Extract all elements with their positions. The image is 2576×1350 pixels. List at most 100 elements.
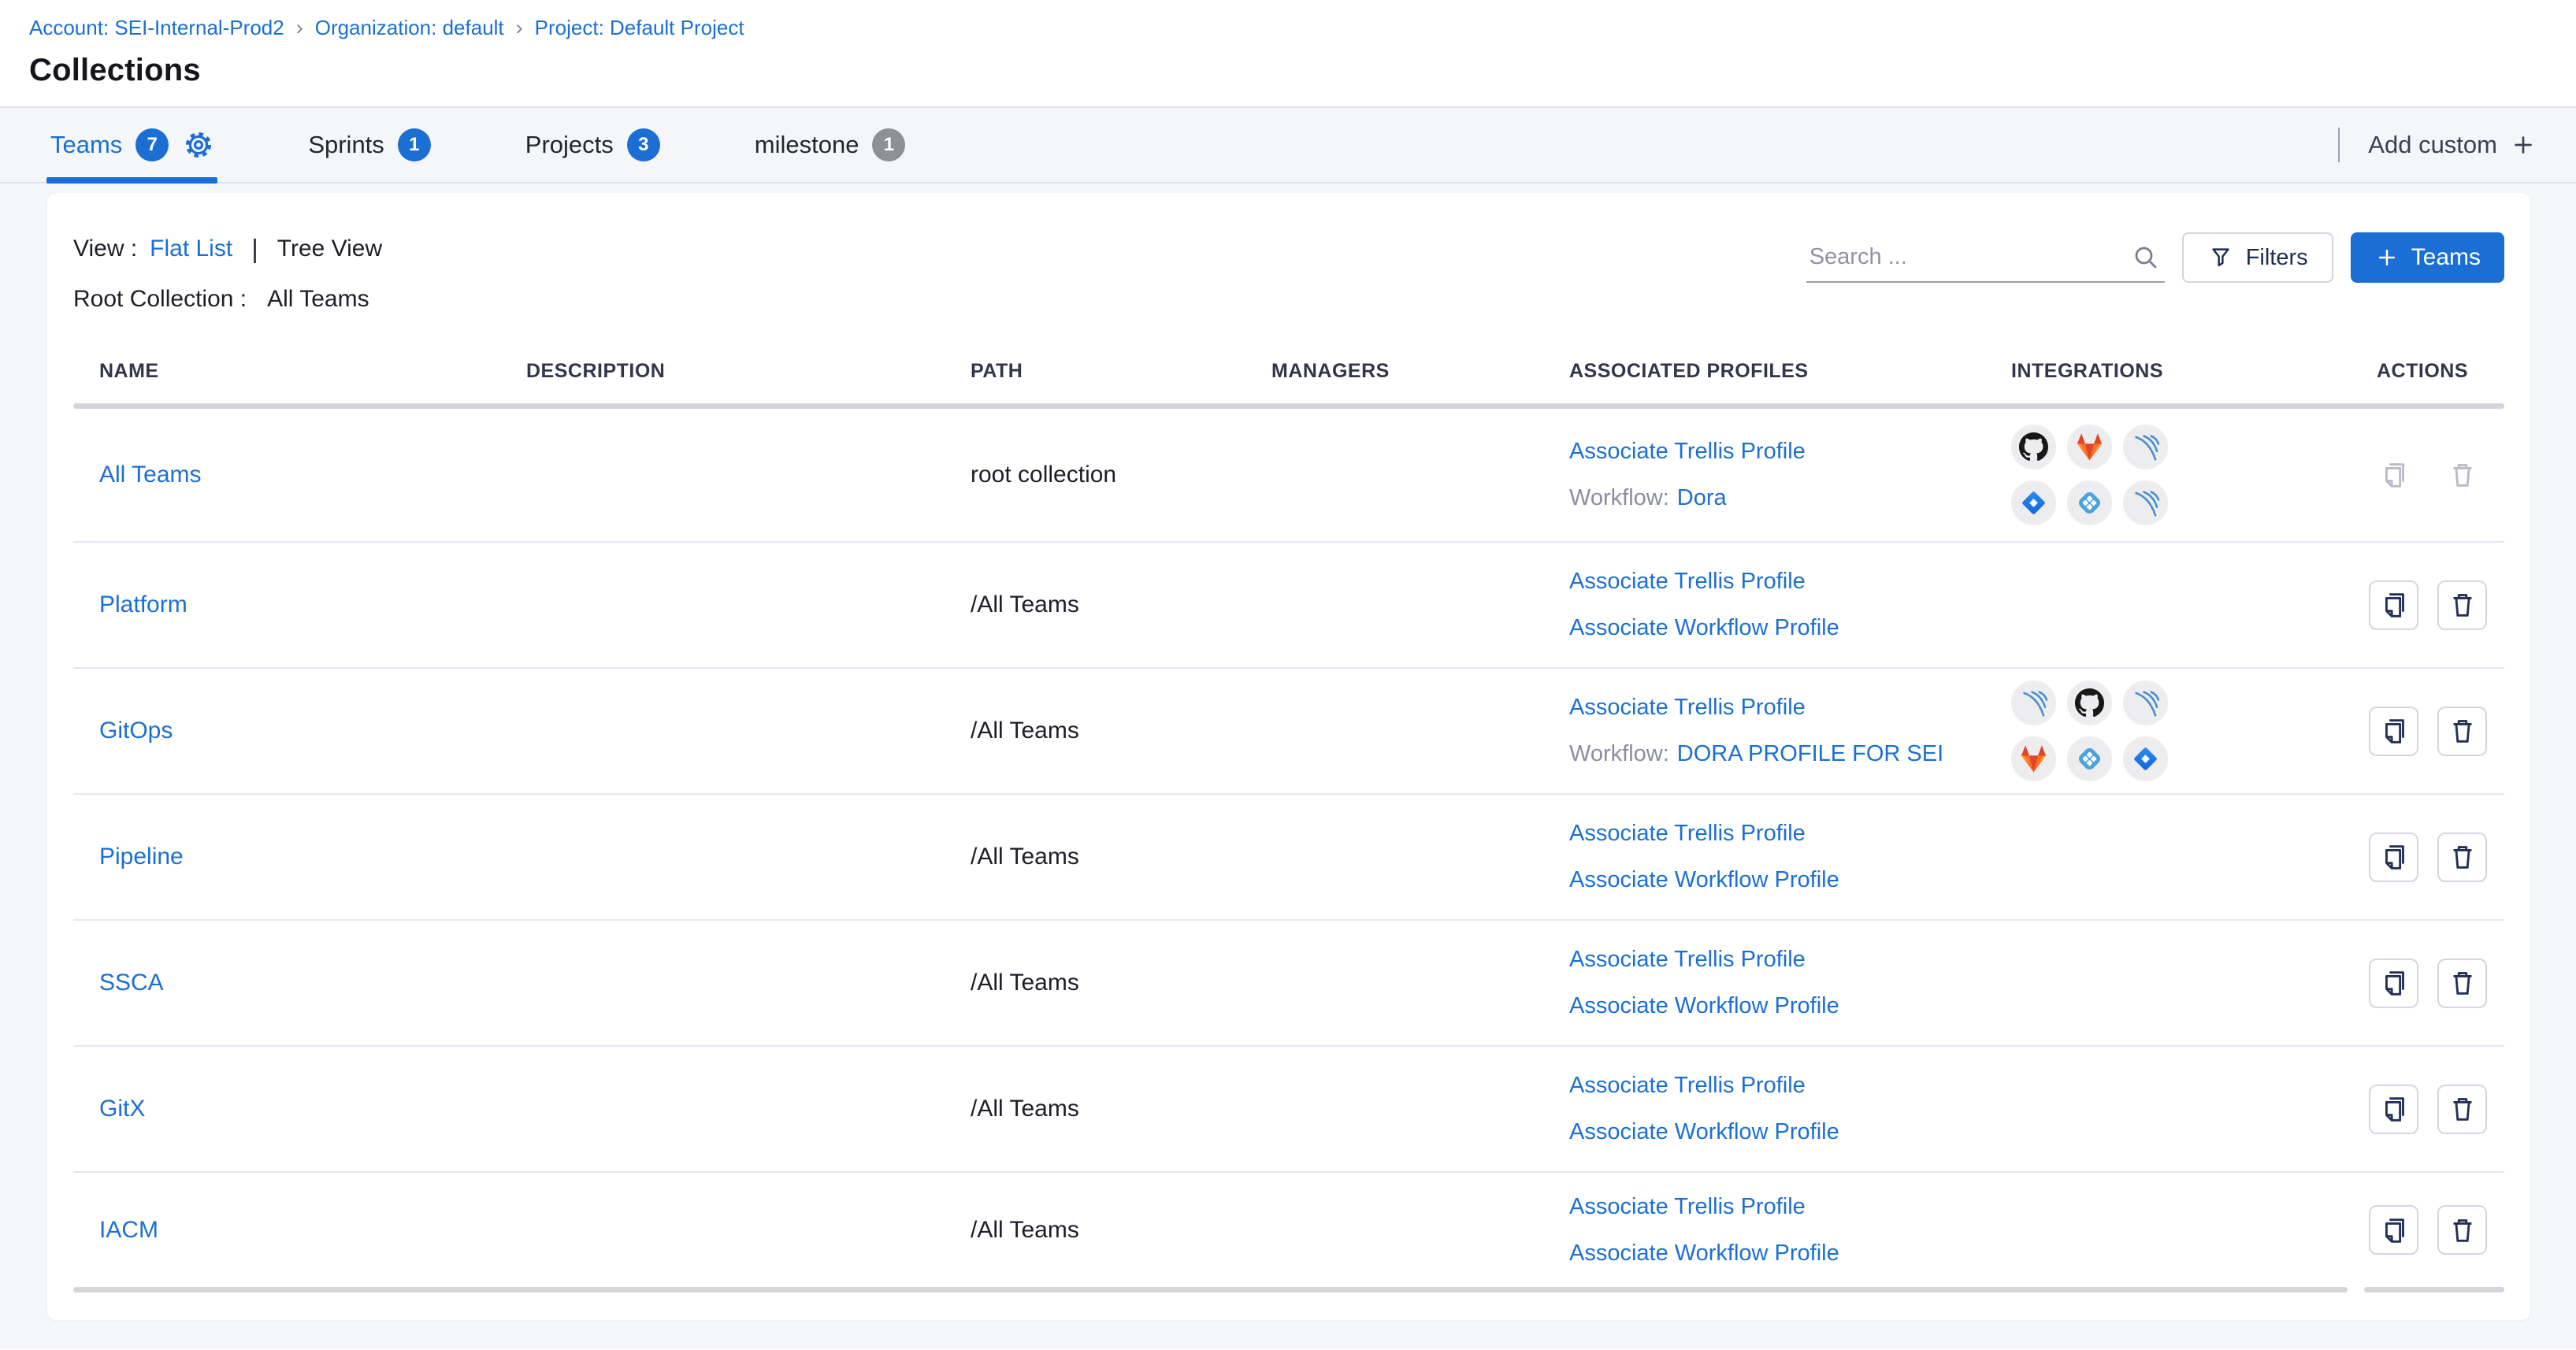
breadcrumb: Account: SEI-Internal-Prod2 › Organizati… — [29, 16, 2576, 40]
breadcrumb-account-link[interactable]: Account: SEI-Internal-Prod2 — [29, 16, 284, 40]
integration-gitlab-icon — [2011, 736, 2056, 781]
delete-collection-button[interactable] — [2437, 1205, 2487, 1255]
filters-button[interactable]: Filters — [2182, 232, 2333, 283]
integration-diamond-grid-icon — [2067, 480, 2112, 525]
associate-profile-link[interactable]: Associate Workflow Profile — [1569, 1241, 1839, 1266]
tab-projects[interactable]: Projects 3 — [525, 108, 660, 182]
table-body: All Teams root collection Associate Trel… — [73, 409, 2504, 1287]
table-row: GitX /All Teams Associate Trellis Profil… — [73, 1047, 2504, 1173]
breadcrumb-organization-link[interactable]: Organization: default — [315, 16, 504, 40]
collection-name-link[interactable]: All Teams — [99, 462, 202, 488]
column-header-associated-profiles: ASSOCIATED PROFILES — [1543, 360, 1985, 383]
table-row: IACM /All Teams Associate Trellis Profil… — [73, 1173, 2504, 1287]
trash-icon — [2446, 966, 2479, 1000]
associate-profile-link[interactable]: Associate Workflow Profile — [1569, 1119, 1839, 1144]
tab-teams[interactable]: Teams 7 — [50, 108, 213, 182]
delete-collection-button[interactable] — [2437, 580, 2487, 630]
delete-collection-button — [2437, 451, 2487, 500]
delete-collection-button[interactable] — [2437, 707, 2487, 756]
search-box — [1806, 232, 2165, 283]
cell-actions — [2351, 1085, 2504, 1134]
cell-associated-profiles: Associate Trellis Profile Associate Workf… — [1543, 821, 1985, 893]
associate-profile-link[interactable]: Associate Trellis Profile — [1569, 1194, 1806, 1219]
tab-sprints[interactable]: Sprints 1 — [308, 108, 430, 182]
root-collection-value: All Teams — [267, 286, 369, 313]
table-bottom-divider — [73, 1287, 2504, 1293]
collection-name-link[interactable]: GitOps — [99, 718, 173, 744]
cell-actions — [2351, 959, 2504, 1008]
add-teams-button[interactable]: Teams — [2351, 232, 2504, 283]
cell-path: root collection — [945, 462, 1245, 488]
collection-name-link[interactable]: Pipeline — [99, 844, 184, 870]
copy-collection-button[interactable] — [2369, 959, 2418, 1008]
copy-collection-button[interactable] — [2369, 1205, 2418, 1255]
collection-name-link[interactable]: SSCA — [99, 970, 164, 996]
tab-bar: Teams 7 Sprints 1 Projects 3 milestone 1 — [0, 108, 2576, 184]
header-divider — [73, 403, 2504, 409]
copy-collection-button[interactable] — [2369, 833, 2418, 882]
integration-diamond-grid-icon — [2067, 736, 2112, 781]
teams-settings-gear-icon[interactable] — [184, 130, 213, 160]
tab-milestone[interactable]: milestone 1 — [755, 108, 906, 182]
filters-label: Filters — [2246, 245, 2308, 271]
breadcrumb-separator-icon: › — [516, 16, 523, 40]
integration-github-icon — [2067, 681, 2112, 725]
collection-name-link[interactable]: GitX — [99, 1096, 145, 1122]
root-collection-label: Root Collection : — [73, 286, 247, 313]
add-custom-button[interactable]: Add custom — [2363, 130, 2541, 160]
workflow-profile-link[interactable]: Dora — [1677, 485, 1727, 510]
associate-profile-link[interactable]: Associate Workflow Profile — [1569, 615, 1839, 640]
cell-associated-profiles: Associate Trellis Profile Associate Workf… — [1543, 569, 1985, 641]
breadcrumb-project-link[interactable]: Project: Default Project — [535, 16, 744, 40]
search-input[interactable] — [1806, 244, 2165, 270]
tab-label: Teams — [50, 131, 122, 159]
divider — [73, 1287, 2348, 1293]
content-area: Teams 7 Sprints 1 Projects 3 milestone 1 — [0, 108, 2576, 1348]
profile-line: Workflow:DORA PROFILE FOR SEI — [1569, 741, 1985, 767]
cell-path: /All Teams — [945, 844, 1245, 870]
trash-icon — [2446, 714, 2479, 747]
flat-list-option[interactable]: Flat List — [150, 236, 232, 262]
trash-icon — [2446, 458, 2479, 491]
cell-associated-profiles: Associate Trellis Profile Workflow:DORA P… — [1543, 695, 1985, 767]
copy-collection-button[interactable] — [2369, 707, 2418, 756]
copy-collection-button[interactable] — [2369, 580, 2418, 630]
associate-profile-link[interactable]: Associate Trellis Profile — [1569, 1073, 1806, 1098]
cell-path: /All Teams — [945, 970, 1245, 996]
associate-profile-link[interactable]: Associate Trellis Profile — [1569, 947, 1806, 972]
associate-profile-link[interactable]: Associate Trellis Profile — [1569, 695, 1806, 720]
copy-collection-button[interactable] — [2369, 1085, 2418, 1134]
associate-profile-link[interactable]: Associate Workflow Profile — [1569, 867, 1839, 892]
add-custom-label: Add custom — [2368, 131, 2497, 159]
collections-table: NAME DESCRIPTION PATH MANAGERS ASSOCIATE… — [73, 360, 2504, 1293]
search-icon — [2132, 243, 2160, 272]
page-title: Collections — [29, 53, 2576, 88]
root-collection: Root Collection : All Teams — [73, 286, 2504, 313]
trash-icon — [2446, 1092, 2479, 1126]
plus-icon — [2510, 132, 2537, 158]
cell-associated-profiles: Associate Trellis Profile Associate Workf… — [1543, 1194, 1985, 1267]
profile-line: Associate Workflow Profile — [1569, 615, 1985, 641]
profile-line: Associate Workflow Profile — [1569, 1241, 1985, 1267]
collection-name-link[interactable]: IACM — [99, 1217, 158, 1243]
column-header-managers: MANAGERS — [1245, 360, 1543, 383]
delete-collection-button[interactable] — [2437, 1085, 2487, 1134]
profile-line: Associate Trellis Profile — [1569, 695, 1985, 721]
associate-profile-link[interactable]: Associate Trellis Profile — [1569, 821, 1806, 846]
tab-count-badge: 1 — [398, 128, 431, 161]
associate-profile-link[interactable]: Associate Trellis Profile — [1569, 439, 1806, 464]
copy-icon — [2377, 588, 2411, 621]
filter-funnel-icon — [2207, 244, 2234, 271]
profile-line: Associate Workflow Profile — [1569, 993, 1985, 1019]
table-row: All Teams root collection Associate Trel… — [73, 409, 2504, 543]
cell-associated-profiles: Associate Trellis ProfileWorkflow:Dora — [1543, 439, 1985, 511]
workflow-profile-link[interactable]: DORA PROFILE FOR SEI — [1677, 741, 1943, 766]
delete-collection-button[interactable] — [2437, 833, 2487, 882]
delete-collection-button[interactable] — [2437, 959, 2487, 1008]
trash-icon — [2446, 840, 2479, 873]
associate-profile-link[interactable]: Associate Trellis Profile — [1569, 569, 1806, 594]
copy-collection-button — [2369, 451, 2418, 500]
associate-profile-link[interactable]: Associate Workflow Profile — [1569, 993, 1839, 1018]
collection-name-link[interactable]: Platform — [99, 592, 187, 618]
tree-view-option[interactable]: Tree View — [277, 236, 382, 262]
